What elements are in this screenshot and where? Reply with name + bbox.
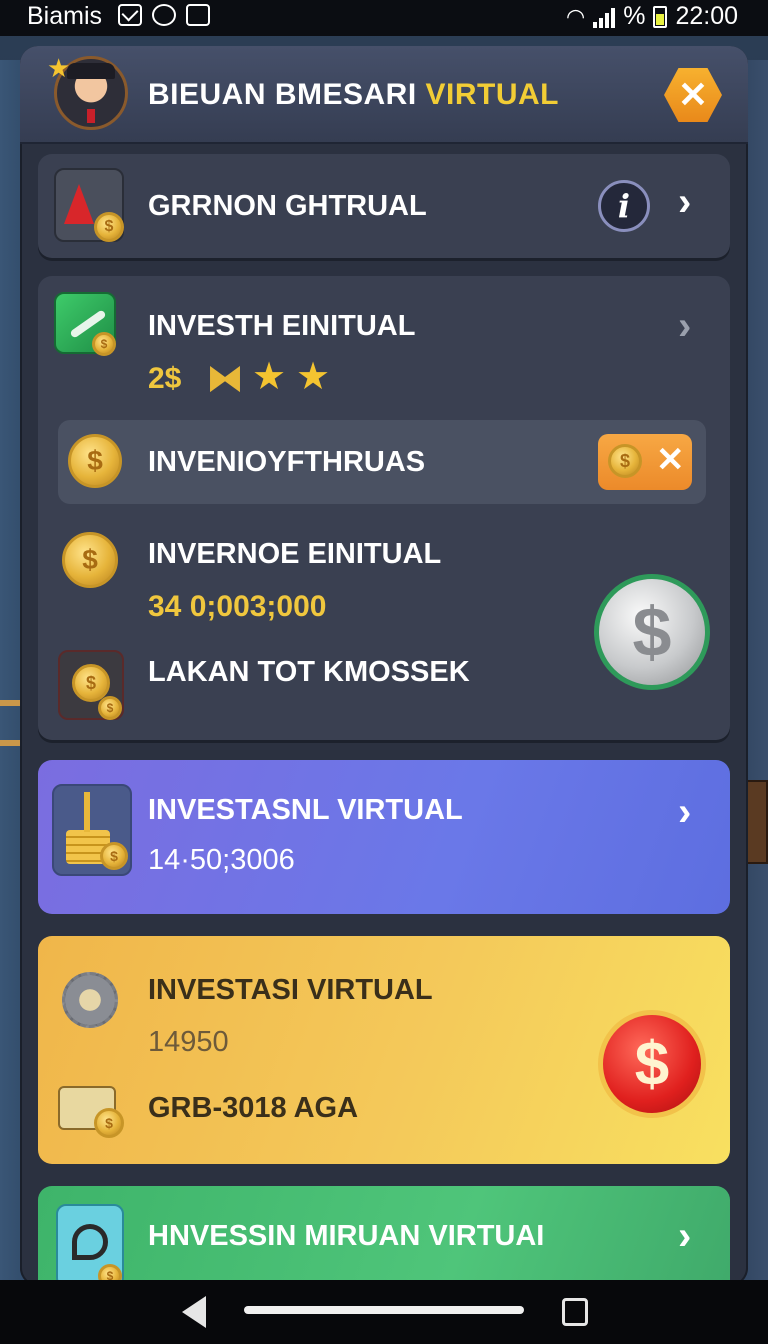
percent-label: % [623, 2, 646, 30]
carrier-name: Biamis [27, 2, 103, 30]
battery-icon [653, 5, 668, 28]
row2-label: INVESTH EINITUAL [148, 310, 416, 342]
home-pill[interactable] [244, 1306, 524, 1314]
coin-bag-icon: $ [608, 444, 642, 478]
row3-label: INVERNOE EINITUAL [148, 538, 442, 570]
blue-card-value: 14·50;3006 [148, 844, 295, 876]
red-coin-button[interactable]: $ [598, 1010, 706, 1118]
chevron-right-icon[interactable]: › [678, 180, 691, 225]
coin-stack-icon: $ [52, 784, 132, 876]
coin-icon: $ [68, 434, 122, 488]
chevron-right-icon[interactable]: › [678, 790, 691, 835]
row2-price: 2$ [148, 362, 182, 395]
yellow-card-value: 14950 [148, 1026, 229, 1058]
avatar: ★ [47, 53, 128, 130]
list-item-row1[interactable]: $ GRRNON GHTRUAL i › [38, 154, 730, 258]
chevron-right-icon[interactable]: › [678, 1214, 691, 1259]
green-card-title: HNVESSIN MIRUAN VIRTUAI [148, 1220, 545, 1252]
blue-investment-card[interactable]: $ INVESTASNL VIRTUAL 14·50;3006 › [38, 760, 730, 914]
coin-icon: $ [62, 532, 118, 588]
star-icon: ★ [252, 356, 287, 398]
close-icon: ✕ [656, 441, 685, 479]
wrench-icon: $ [54, 292, 116, 356]
yellow-card-title: INVESTASI VIRTUAL [148, 974, 433, 1006]
info-button[interactable]: i [598, 180, 650, 232]
chevron-right-icon[interactable]: › [678, 304, 691, 349]
status-bar: Biamis ◠ % 22:00 [0, 0, 768, 36]
green-investment-card[interactable]: $ HNVESSIN MIRUAN VIRTUAI › [38, 1186, 730, 1286]
ticket-icon: ⧓ [206, 358, 244, 400]
title-highlight: VIRTUAL [425, 78, 560, 111]
row1-label: GRRNON GHTRUAL [148, 190, 427, 222]
panel-header: ★ BIEUAN BMESARI VIRTUAL ✕ [20, 46, 748, 144]
system-icons: ◠ % 22:00 [566, 2, 738, 31]
notification-icons [118, 4, 210, 26]
yellow-card-code: GRB-3018 AGA [148, 1092, 359, 1124]
rotate-icon[interactable] [562, 1298, 588, 1326]
map-icon: $ [56, 1204, 124, 1286]
wifi-icon: ◠ [566, 3, 586, 29]
row3-amount: 34 0;003;000 [148, 590, 327, 623]
title-text: BIEUAN BMESARI [148, 78, 426, 111]
blue-card-title: INVESTASNL VIRTUAL [148, 794, 463, 826]
gear-icon [62, 972, 118, 1028]
wallet-icon: $ [58, 1086, 124, 1138]
clock: 22:00 [675, 2, 738, 30]
app-icon [186, 4, 210, 26]
star-icon: ★ [296, 356, 331, 398]
close-icon: ✕ [677, 74, 709, 115]
navigation-bar [0, 1280, 768, 1344]
tie-icon [87, 109, 95, 123]
bar-label: INVENIOYFTHRUAS [148, 446, 426, 478]
flag-icon: $ [54, 168, 124, 242]
dismiss-button[interactable]: $ ✕ [598, 434, 692, 490]
gear-coin-icon: $ $ [58, 650, 124, 720]
close-button[interactable]: ✕ [664, 68, 722, 122]
silver-coin-button[interactable]: $ [594, 574, 710, 690]
mail-icon [118, 4, 142, 26]
investment-panel: ★ BIEUAN BMESARI VIRTUAL ✕ $ GRRNON GHTR… [20, 46, 748, 1286]
signal-icon [593, 6, 616, 28]
camera-icon [152, 4, 176, 26]
cap-icon [67, 63, 115, 79]
page-title: BIEUAN BMESARI VIRTUAL [148, 78, 559, 112]
back-icon[interactable] [182, 1296, 206, 1328]
row4-label: LAKAN TOT KMOSSEK [148, 656, 470, 688]
